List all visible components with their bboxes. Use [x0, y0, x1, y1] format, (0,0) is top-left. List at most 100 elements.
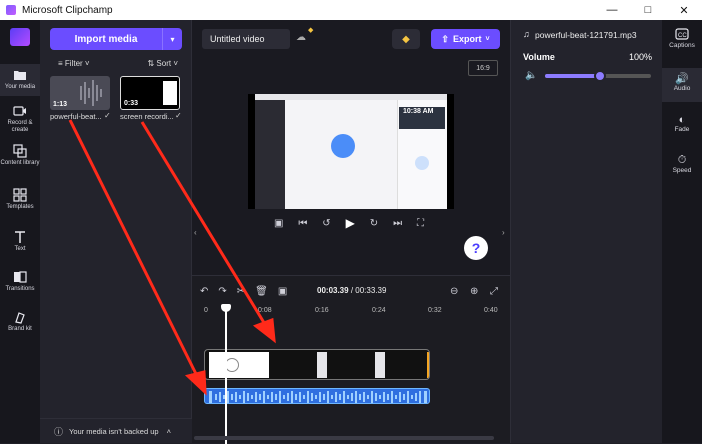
ruler-tick: 0:40	[484, 307, 498, 314]
filter-button[interactable]: ≡ Filter ˅	[58, 59, 90, 68]
export-label: Export	[452, 34, 482, 44]
import-media-button[interactable]: Import media ▾	[50, 28, 182, 50]
zoom-in-icon[interactable]: ⊕	[470, 286, 478, 297]
volume-slider[interactable]	[545, 70, 651, 82]
collapse-right-icon[interactable]: ›	[502, 228, 505, 237]
brand-kit-icon	[15, 312, 25, 324]
playhead[interactable]	[221, 304, 231, 444]
rewind-5-icon[interactable]: ↺	[322, 218, 330, 229]
ruler-tick: 0:24	[372, 307, 386, 314]
video-track-clip[interactable]	[204, 349, 430, 380]
cloud-off-icon[interactable]: ☁	[296, 32, 306, 43]
export-button[interactable]: ⇧ Export ˅	[431, 29, 500, 49]
maximize-button[interactable]: □	[630, 0, 666, 20]
close-button[interactable]: ✕	[666, 0, 702, 20]
video-preview[interactable]: 10:38 AM	[248, 94, 454, 209]
tab-label: Fade	[674, 126, 690, 133]
split-icon[interactable]: ✂	[237, 286, 245, 297]
filter-icon: ≡	[58, 58, 63, 68]
sort-icon: ⇅	[147, 58, 155, 68]
nav-transitions[interactable]: Transitions	[0, 270, 40, 298]
tab-audio[interactable]: 🔊 Audio	[662, 68, 702, 102]
fullscreen-exit-icon[interactable]: ▣	[274, 218, 283, 229]
clipchamp-logo	[10, 28, 30, 46]
forward-5-icon[interactable]: ↻	[370, 218, 378, 229]
backup-status-bar[interactable]: ⓘ Your media isn't backed up ˄	[40, 418, 192, 443]
help-button[interactable]: ?	[464, 236, 488, 260]
audio-waveform	[209, 391, 427, 403]
media-item-video-thumbnail[interactable]: 0:33	[120, 76, 180, 110]
nav-content-library[interactable]: Content library	[0, 144, 40, 176]
title-bar: Microsoft Clipchamp — □ ✕	[0, 0, 702, 20]
transitions-icon	[14, 271, 27, 283]
camera-icon	[13, 106, 26, 116]
chevron-down-icon[interactable]: ▾	[162, 28, 182, 50]
add-media-icon[interactable]: ▣	[278, 286, 287, 297]
media-item-audio-thumbnail[interactable]: 1:13	[50, 76, 110, 110]
delete-icon[interactable]: 🗑	[255, 286, 268, 297]
media-item-video-name: screen recordi...	[120, 112, 174, 121]
left-navigation: Your media Record & create Content libra…	[0, 20, 40, 443]
music-note-icon: ♫	[523, 29, 530, 39]
speaker-icon[interactable]: 🔈	[525, 70, 537, 81]
import-media-label: Import media	[74, 33, 138, 45]
filter-sort-row: ≡ Filter ˅ ⇅ Sort ˅	[50, 56, 182, 70]
ruler-tick: 0	[204, 307, 208, 314]
volume-value: 100%	[628, 52, 652, 62]
nav-your-media[interactable]: Your media	[0, 64, 40, 96]
preview-screen-content: 10:38 AM	[255, 94, 447, 209]
speed-icon: ⏱	[677, 154, 687, 166]
fullscreen-icon[interactable]: ⛶	[417, 218, 424, 229]
nav-brand-kit[interactable]: Brand kit	[0, 310, 40, 338]
tab-fade[interactable]: ◐ Fade	[662, 114, 702, 144]
skip-forward-icon[interactable]: ⏭	[393, 218, 402, 229]
backup-text: Your media isn't backed up	[69, 426, 159, 436]
skip-back-icon[interactable]: ⏮	[298, 218, 307, 229]
volume-slider-thumb[interactable]	[594, 70, 607, 82]
diamond-icon: ◆	[402, 33, 410, 45]
tab-speed[interactable]: ⏱ Speed	[662, 154, 702, 184]
playback-controls: ▣ ⏮ ↺ ▶ ↻ ⏭ ⛶	[274, 215, 424, 231]
project-title-input[interactable]: Untitled video	[202, 29, 290, 49]
timeline-ruler[interactable]: 0 0:08 0:16 0:24 0:32 0:40	[192, 306, 510, 318]
media-item-audio-name: powerful-beat...	[50, 112, 102, 121]
tab-label: Speed	[672, 167, 692, 174]
chevron-down-icon: ˅	[84, 58, 90, 68]
undo-icon[interactable]: ↶	[200, 286, 208, 297]
nav-label: Transitions	[5, 286, 35, 292]
sort-button[interactable]: ⇅ Sort ˅	[147, 59, 178, 68]
clipchamp-app-icon	[6, 5, 16, 15]
window-controls: — □ ✕	[594, 0, 702, 20]
total-time: 00:33.39	[355, 286, 387, 295]
nav-label: Your media	[4, 84, 36, 90]
nav-templates[interactable]: Templates	[0, 188, 40, 216]
ruler-tick: 0:16	[315, 307, 329, 314]
timeline-scrollbar[interactable]	[194, 436, 494, 440]
nav-label: Templates	[6, 204, 34, 210]
fit-timeline-icon[interactable]: ⤢	[490, 286, 498, 297]
nav-label: Record & create	[7, 120, 33, 133]
aspect-ratio-button[interactable]: 16:9	[468, 60, 498, 76]
chevron-up-icon: ˄	[166, 426, 171, 436]
media-duration: 0:33	[124, 100, 139, 107]
nav-label: Content library	[0, 160, 40, 166]
zoom-out-icon[interactable]: ⊖	[450, 286, 458, 297]
nav-text[interactable]: Text	[0, 230, 40, 256]
preview-clock-text: 10:38 AM	[403, 108, 434, 115]
premium-button[interactable]: ◆	[392, 29, 420, 49]
checkmark-icon: ✓	[175, 111, 182, 120]
media-panel: Import media ▾ ≡ Filter ˅ ⇅ Sort ˅ 1:13 …	[40, 20, 192, 443]
volume-label: Volume	[523, 52, 555, 62]
collapse-left-icon[interactable]: ‹	[194, 228, 197, 237]
redo-icon[interactable]: ↷	[218, 286, 226, 297]
tab-captions[interactable]: CC Captions	[662, 28, 702, 58]
properties-panel: ♫ powerful-beat-121791.mp3 Volume 100% 🔈	[510, 20, 662, 443]
nav-record-create[interactable]: Record & create	[0, 104, 40, 136]
tab-label: Audio	[673, 85, 691, 92]
text-icon	[15, 231, 25, 243]
play-icon[interactable]: ▶	[346, 216, 355, 230]
audio-track-clip[interactable]	[204, 388, 430, 404]
selected-file-name: powerful-beat-121791.mp3	[535, 30, 637, 40]
chat-bubble-icon	[331, 134, 355, 158]
minimize-button[interactable]: —	[594, 0, 630, 20]
